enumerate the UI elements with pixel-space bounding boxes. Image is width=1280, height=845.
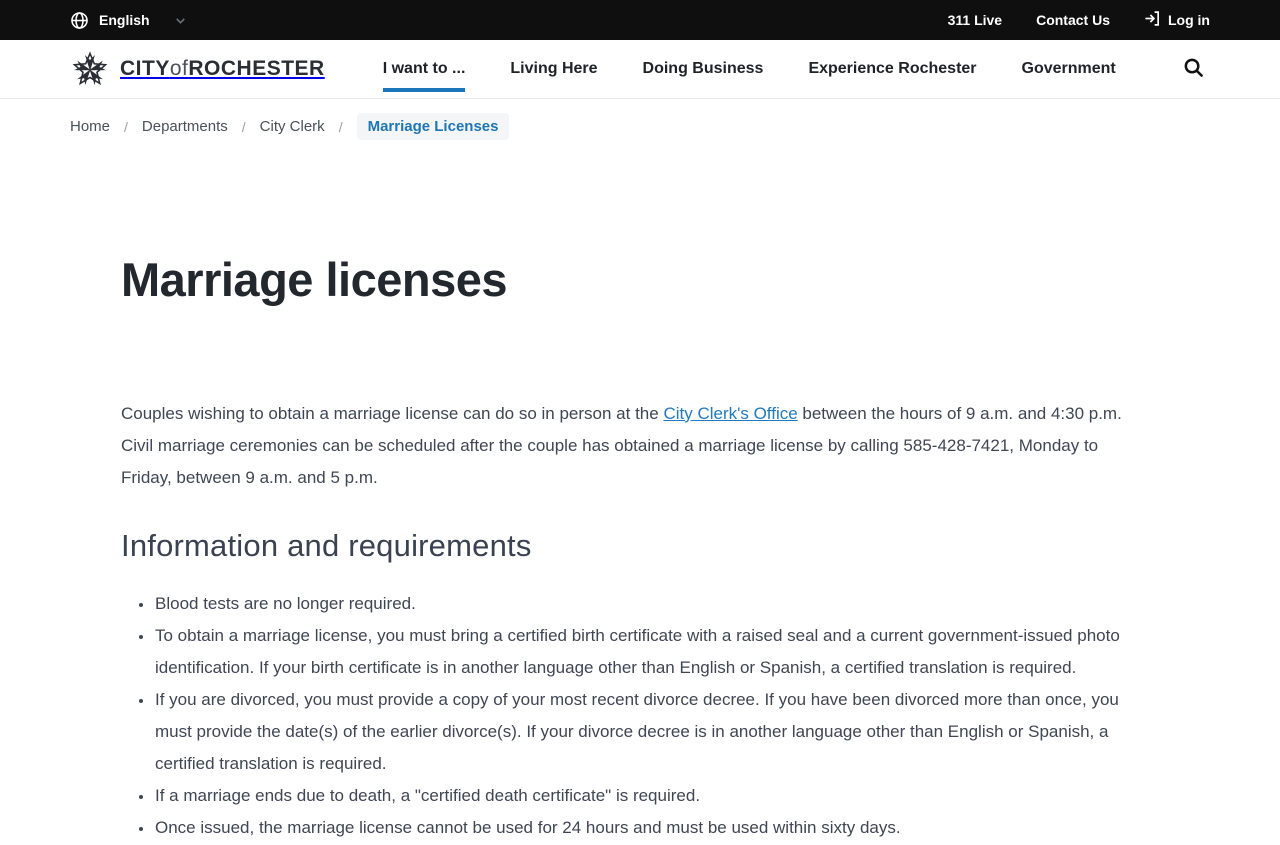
list-item: Blood tests are no longer required. bbox=[154, 588, 1135, 620]
list-item: To obtain a marriage license, you must b… bbox=[154, 620, 1135, 684]
rochester-flower-star-icon bbox=[70, 49, 110, 89]
primary-nav: I want to ... Living Here Doing Business… bbox=[382, 40, 1116, 98]
globe-icon bbox=[70, 11, 89, 30]
language-selector[interactable]: English bbox=[70, 11, 187, 30]
list-item: Once issued, the marriage license cannot… bbox=[154, 812, 1135, 844]
breadcrumb: Home / Departments / City Clerk / Marria… bbox=[0, 99, 1280, 152]
nav-government[interactable]: Government bbox=[1022, 40, 1116, 98]
nav-doing-business[interactable]: Doing Business bbox=[643, 40, 764, 98]
breadcrumb-marriage-licenses: Marriage Licenses bbox=[356, 113, 510, 140]
section-heading-information-and-requirements: Information and requirements bbox=[121, 527, 532, 563]
link-311-live[interactable]: 311 Live bbox=[948, 12, 1003, 28]
breadcrumb-home[interactable]: Home bbox=[70, 118, 110, 135]
intro-before-link: Couples wishing to obtain a marriage lic… bbox=[121, 403, 664, 423]
breadcrumb-separator: / bbox=[241, 118, 246, 135]
logo-wordmark: CITYofROCHESTER bbox=[120, 57, 325, 81]
login-label: Log in bbox=[1168, 12, 1210, 28]
logo-word-city: CITY bbox=[120, 57, 170, 80]
link-311-live-label: 311 Live bbox=[947, 12, 1003, 28]
requirements-list: Blood tests are no longer required. To o… bbox=[121, 588, 1135, 844]
logo-word-of: of bbox=[169, 57, 189, 80]
breadcrumb-separator: / bbox=[338, 118, 343, 135]
main-content: Marriage licenses Couples wishing to obt… bbox=[0, 152, 1160, 844]
list-item: If you are divorced, you must provide a … bbox=[154, 684, 1135, 780]
city-clerks-office-link[interactable]: City Clerk's Office bbox=[663, 404, 797, 423]
top-utility-bar: English 311 Live Contact Us Log in bbox=[0, 0, 1280, 40]
nav-living-here[interactable]: Living Here bbox=[510, 40, 597, 98]
site-logo[interactable]: CITYofROCHESTER bbox=[70, 49, 325, 89]
page-title: Marriage licenses bbox=[121, 253, 508, 306]
nav-i-want-to[interactable]: I want to ... bbox=[382, 40, 465, 98]
top-bar-links: 311 Live Contact Us Log in bbox=[948, 10, 1210, 30]
chevron-down-icon bbox=[174, 14, 187, 27]
link-contact-us-label: Contact Us bbox=[1036, 12, 1110, 28]
breadcrumb-separator: / bbox=[124, 118, 128, 135]
logo-word-rochester: ROCHESTER bbox=[188, 57, 325, 80]
language-label: English bbox=[99, 12, 150, 28]
nav-experience-rochester[interactable]: Experience Rochester bbox=[808, 40, 976, 98]
login-icon bbox=[1144, 10, 1161, 30]
link-contact-us[interactable]: Contact Us bbox=[1036, 12, 1110, 28]
site-header: CITYofROCHESTER I want to ... Living Her… bbox=[0, 40, 1280, 99]
breadcrumb-departments[interactable]: Departments bbox=[142, 118, 228, 135]
list-item: If a marriage ends due to death, a "cert… bbox=[154, 780, 1135, 812]
login-link[interactable]: Log in bbox=[1144, 10, 1210, 30]
intro-paragraph: Couples wishing to obtain a marriage lic… bbox=[121, 398, 1145, 494]
search-icon bbox=[1182, 56, 1205, 82]
breadcrumb-city-clerk[interactable]: City Clerk bbox=[260, 118, 325, 135]
search-button[interactable] bbox=[1176, 52, 1210, 86]
